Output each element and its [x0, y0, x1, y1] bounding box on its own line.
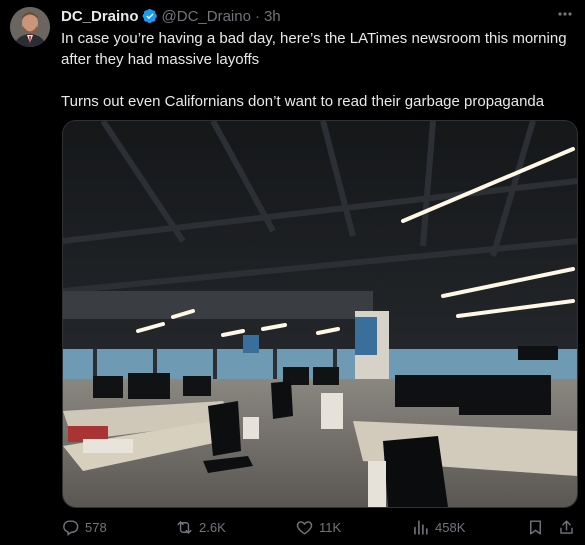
tweet-text: In case you’re having a bad day, here’s … [61, 28, 576, 112]
like-button[interactable]: 11K [295, 514, 341, 540]
reply-icon [63, 519, 79, 536]
bookmark-button[interactable] [526, 514, 550, 540]
bookmark-icon [530, 519, 541, 535]
timestamp[interactable]: 3h [264, 8, 281, 25]
more-options-icon[interactable] [555, 5, 575, 23]
repost-icon [177, 520, 192, 534]
separator-dot: · [254, 7, 260, 25]
heart-icon [296, 520, 313, 535]
reply-button[interactable]: 578 [61, 514, 107, 540]
tweet-text-line-2: Turns out even Californians don’t want t… [61, 93, 545, 110]
newsroom-photo-illustration [63, 121, 577, 507]
action-bar: 578 2.6K 11K 458K [61, 514, 576, 540]
share-icon [560, 519, 573, 534]
views-button[interactable]: 458K [411, 514, 465, 540]
author-handle[interactable]: @DC_Draino [162, 8, 251, 25]
tweet-text-line-1: In case you’re having a bad day, here’s … [61, 30, 567, 68]
share-button[interactable] [557, 514, 581, 540]
tweet-card[interactable]: DC_Draino @DC_Draino · 3h In case you’re… [0, 0, 585, 545]
tweet-header: DC_Draino @DC_Draino · 3h [61, 7, 281, 25]
tweet-photo[interactable] [62, 120, 578, 508]
verified-badge-icon[interactable] [142, 8, 158, 24]
repost-button[interactable]: 2.6K [175, 514, 226, 540]
analytics-icon [414, 519, 428, 535]
avatar[interactable] [10, 7, 50, 47]
like-count: 11K [319, 519, 342, 535]
author-name[interactable]: DC_Draino [61, 8, 139, 25]
reply-count: 578 [85, 519, 107, 535]
view-count: 458K [435, 519, 466, 535]
repost-count: 2.6K [199, 519, 226, 535]
